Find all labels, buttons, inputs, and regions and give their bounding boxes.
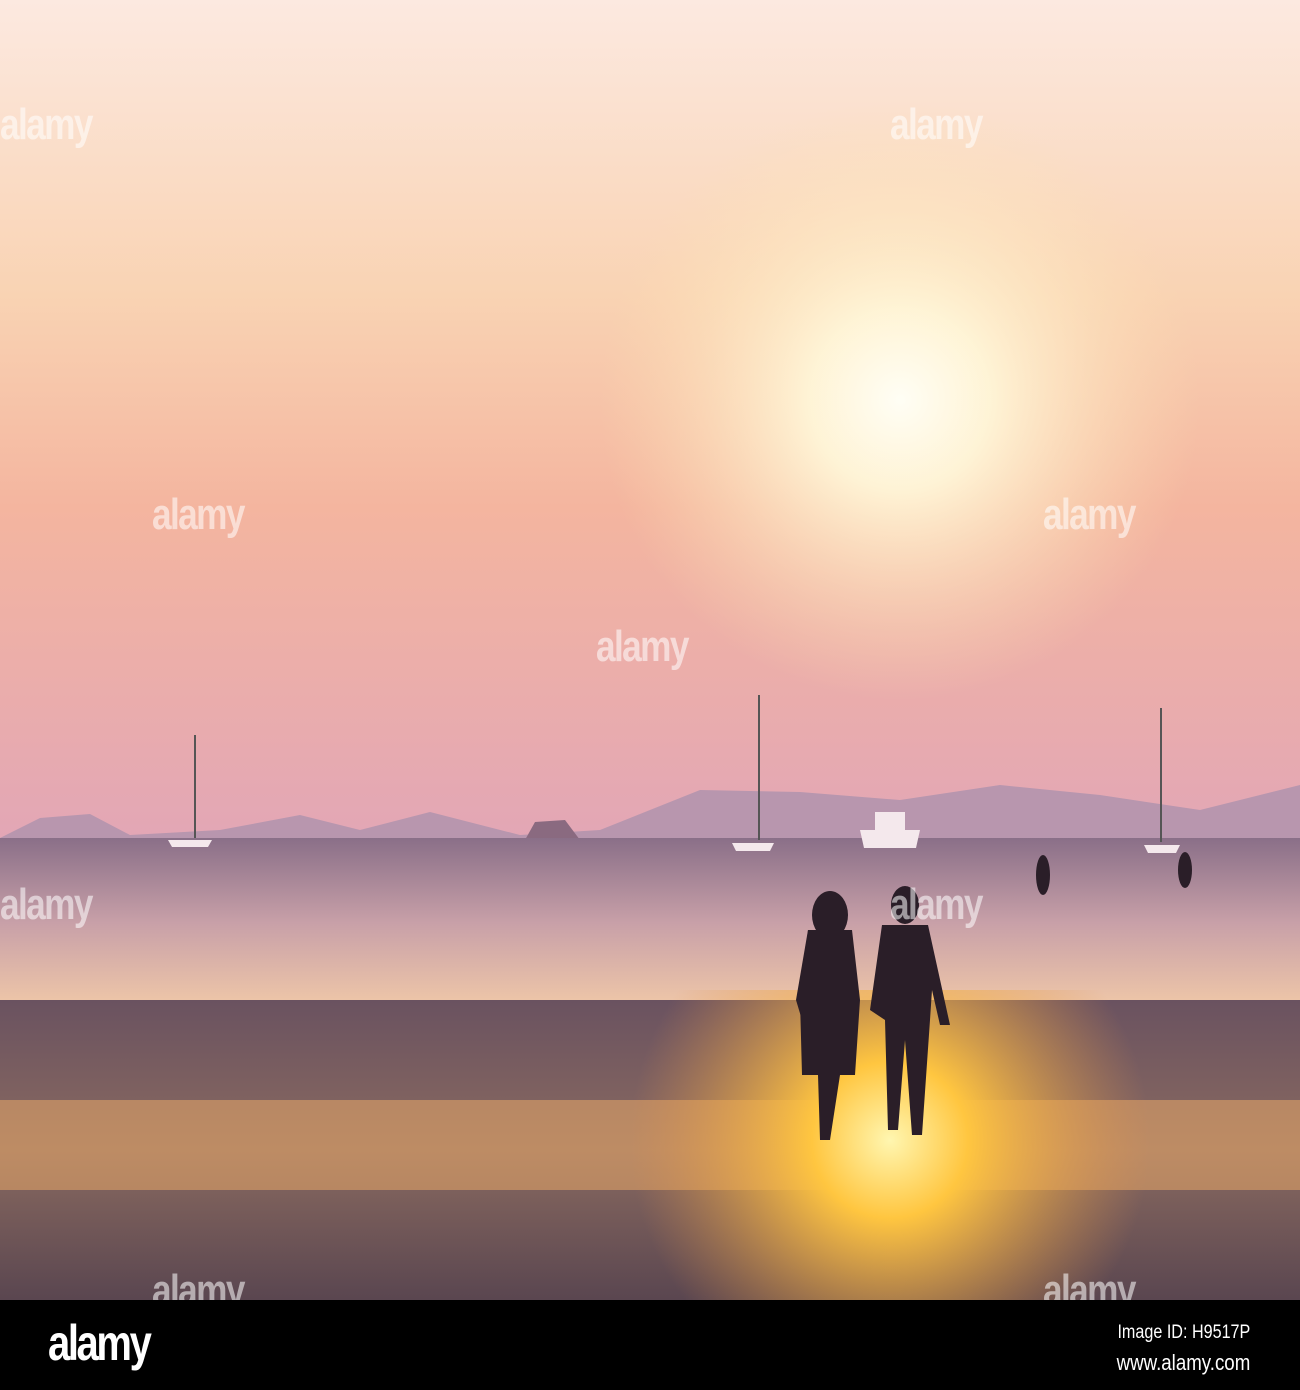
watermark: alamy <box>0 880 93 929</box>
watermark: alamy <box>152 490 245 539</box>
sun <box>0 0 1300 845</box>
footer-bar: alamy Image ID: H9517P www.alamy.com <box>0 1300 1300 1390</box>
watermark: alamy <box>596 622 689 671</box>
watermark: alamy <box>1043 490 1136 539</box>
watermark: alamy <box>0 100 93 149</box>
alamy-logo: alamy <box>48 1315 152 1371</box>
website-link[interactable]: www.alamy.com <box>1116 1350 1250 1376</box>
stock-photo-page: alamy alamy alamy alamy alamy alamy alam… <box>0 0 1300 1390</box>
sun-reflection <box>0 990 1300 1300</box>
watermark: alamy <box>890 880 983 929</box>
watermark: alamy <box>890 100 983 149</box>
sea <box>0 838 1300 1008</box>
image-id: Image ID: H9517P <box>1117 1322 1250 1343</box>
